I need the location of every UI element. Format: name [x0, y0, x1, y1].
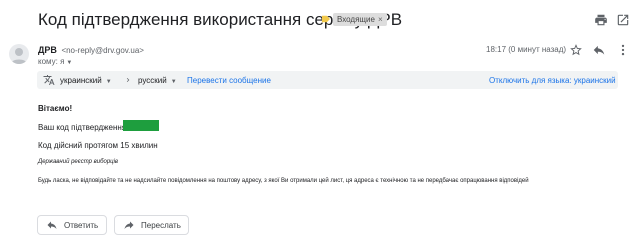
- reply-button[interactable]: Ответить: [37, 215, 107, 235]
- translate-message-link[interactable]: Перевести сообщение: [187, 76, 271, 85]
- target-language-label: русский: [138, 76, 167, 85]
- source-language-select[interactable]: украинский ▼: [60, 76, 112, 85]
- target-language-select[interactable]: русский ▼: [138, 76, 177, 85]
- warning-text: Будь ласка, не відповідайте та не надсил…: [38, 178, 529, 184]
- sender-email: <no-reply@drv.gov.ua>: [61, 46, 144, 55]
- code-label: Ваш код підтвердження:: [38, 123, 129, 132]
- remove-label-icon[interactable]: ×: [378, 15, 383, 24]
- sender-info: ДРВ <no-reply@drv.gov.ua>: [38, 45, 144, 55]
- timestamp: 18:17 (0 минут назад): [486, 45, 567, 54]
- label-tag-icon: [322, 15, 330, 23]
- validity-text: Код дійсний протягом 15 хвилин: [38, 141, 158, 150]
- more-vert-icon[interactable]: [616, 43, 630, 57]
- reply-icon[interactable]: [592, 43, 606, 57]
- forward-icon: [124, 221, 134, 229]
- disable-translation-link[interactable]: Отключить для языка: украинский: [489, 76, 616, 85]
- greeting-text: Вітаємо!: [38, 104, 73, 113]
- reply-icon: [47, 221, 57, 229]
- chevron-down-icon[interactable]: ▼: [66, 60, 72, 66]
- star-icon[interactable]: [569, 43, 583, 57]
- translate-icon: [43, 75, 55, 85]
- sender-name[interactable]: ДРВ: [38, 45, 57, 55]
- inbox-label-name: Входящие: [337, 15, 375, 24]
- source-language-label: украинский: [60, 76, 102, 85]
- inbox-label-chip[interactable]: Входящие ×: [333, 13, 387, 26]
- chevron-down-icon: ▼: [105, 79, 112, 85]
- verification-code-redacted: [123, 120, 159, 131]
- avatar-icon: [9, 44, 29, 64]
- forward-button-label: Переслать: [141, 220, 181, 230]
- forward-button[interactable]: Переслать: [114, 215, 189, 235]
- signature-text: Державний реєстр виборців: [38, 159, 119, 165]
- recipient-details[interactable]: кому: я ▼: [38, 57, 72, 66]
- chevron-right-icon: [126, 78, 130, 82]
- open-in-new-window-icon[interactable]: [616, 13, 630, 27]
- recipient-label: кому: я: [38, 57, 65, 66]
- print-icon[interactable]: [594, 13, 608, 27]
- chevron-down-icon: ▼: [170, 79, 177, 85]
- reply-button-label: Ответить: [64, 220, 99, 230]
